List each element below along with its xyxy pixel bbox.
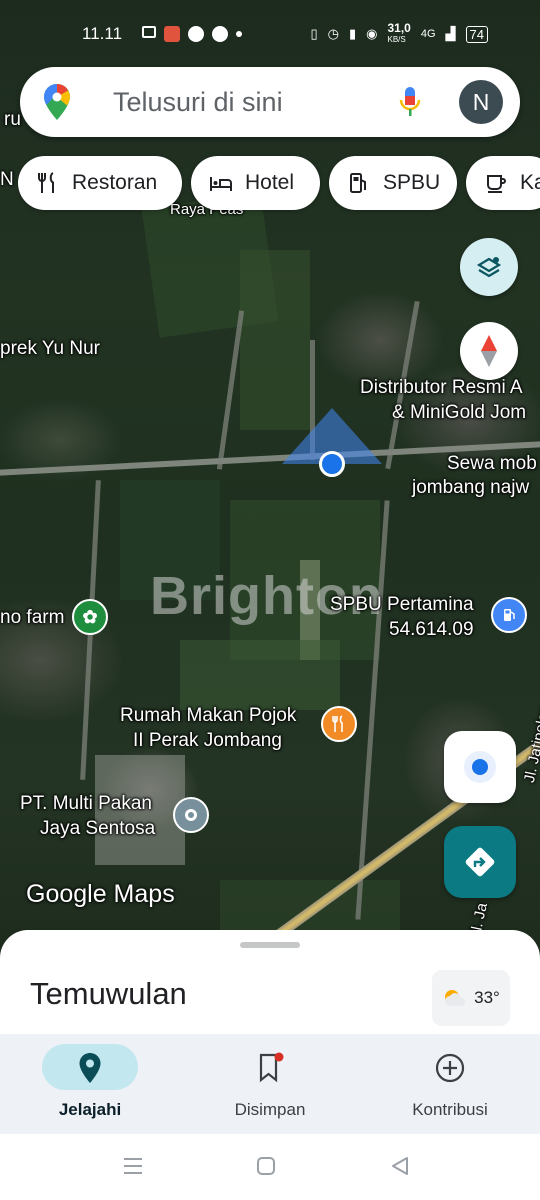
nav-label: Disimpan [234, 1100, 306, 1119]
app-notification-icon [164, 26, 180, 42]
place-label[interactable]: Distributor Resmi A [360, 376, 523, 400]
place-label[interactable]: no farm [0, 606, 64, 630]
gas-station-pin-icon[interactable] [491, 597, 527, 633]
status-time: 11.11 [82, 24, 123, 43]
chip-hotel[interactable]: Hotel [191, 156, 320, 210]
battery-indicator: 74 [465, 25, 488, 43]
gas-station-icon [350, 173, 366, 193]
search-bar[interactable]: Telusuri di sini N [20, 67, 520, 137]
place-label[interactable]: Rumah Makan Pojok [120, 704, 296, 728]
layers-icon [476, 257, 502, 278]
street-label: Jl. Jatipelem [520, 699, 540, 785]
status-right: ▯ ◷ ▮ ◉ 31,0 KB/S 4G ▟ 74 [310, 21, 488, 45]
bottom-sheet[interactable]: Temuwulan 33° [0, 930, 540, 1040]
partly-cloudy-icon [445, 990, 466, 1006]
microphone-icon[interactable] [398, 85, 422, 119]
field-patch [240, 250, 310, 430]
back-icon[interactable] [390, 1156, 410, 1176]
layers-button[interactable] [460, 238, 518, 296]
status-bar: 11.11 ▯ ◷ ▮ ◉ 31,0 KB/S 4G ▟ 74 [0, 18, 540, 50]
google-maps-pin-icon [44, 84, 70, 120]
place-label[interactable]: Sewa mob [447, 452, 537, 476]
my-location-button[interactable] [444, 731, 516, 803]
directions-button[interactable] [444, 826, 516, 898]
restaurant-pin-icon[interactable] [321, 706, 357, 742]
sheet-drag-handle[interactable] [240, 942, 300, 948]
recent-apps-icon[interactable] [122, 1156, 144, 1176]
map-label[interactable]: ru [4, 108, 21, 132]
system-navigation-bar [0, 1134, 540, 1200]
chip-label: Hotel [245, 171, 295, 194]
my-location-icon [464, 751, 496, 783]
nav-explore[interactable]: Jelajahi [0, 1034, 180, 1134]
signal-icon: ▟ [445, 26, 456, 41]
place-label[interactable]: II Perak Jombang [133, 729, 282, 753]
field-patch [180, 640, 340, 710]
place-label[interactable]: jombang najw [412, 476, 529, 500]
restaurant-icon [38, 172, 54, 193]
speed-unit: KB/S [387, 35, 406, 44]
chip-gas-station[interactable]: SPBU [329, 156, 457, 210]
park-pin-icon[interactable]: ✿ [72, 599, 108, 635]
temperature: 33° [474, 988, 500, 1007]
location-status-icon: ◉ [366, 26, 378, 41]
place-label[interactable]: SPBU Pertamina [330, 593, 474, 617]
place-label[interactable]: PT. Multi Pakan [20, 792, 152, 816]
search-input[interactable]: Telusuri di sini [113, 87, 283, 118]
hotel-icon [210, 177, 232, 191]
nfc-icon: ▯ [310, 26, 318, 41]
google-maps-logo: Google Maps [26, 880, 175, 908]
nav-label: Jelajahi [58, 1100, 122, 1119]
place-label[interactable]: 54.614.09 [389, 618, 474, 642]
facebook-icon [188, 26, 204, 42]
place-label[interactable]: prek Yu Nur [0, 337, 100, 361]
chip-label: SPBU [383, 171, 441, 194]
compass-button[interactable] [460, 322, 518, 380]
bookmark-icon [252, 1051, 288, 1085]
alarm-icon: ◷ [327, 26, 339, 41]
more-dot-icon [236, 31, 242, 37]
network-speed: 31,0 KB/S [387, 21, 411, 45]
explore-pin-icon [72, 1051, 108, 1085]
nav-label: Kontribusi [412, 1100, 488, 1119]
weather-chip[interactable]: 33° [432, 970, 510, 1026]
nav-contribute[interactable]: Kontribusi [360, 1034, 540, 1134]
facebook-icon [212, 26, 228, 42]
compass-icon [481, 335, 497, 367]
bottom-navigation: Jelajahi Disimpan Kontribusi [0, 1034, 540, 1134]
nav-saved[interactable]: Disimpan [180, 1034, 360, 1134]
chip-label: Ka [520, 171, 540, 194]
chip-restaurant[interactable]: Restoran [18, 156, 182, 210]
place-label[interactable]: Jaya Sentosa [40, 817, 155, 841]
chip-coffee[interactable]: Ka [466, 156, 540, 210]
directions-icon [465, 847, 495, 877]
add-circle-icon [432, 1051, 468, 1085]
coffee-icon [487, 175, 506, 193]
chip-label: Restoran [72, 171, 158, 194]
current-location-dot[interactable] [319, 451, 345, 477]
network-type: 4G [420, 28, 436, 40]
avatar[interactable]: N [459, 80, 503, 124]
map-label[interactable]: N [0, 168, 14, 192]
place-label[interactable]: & MiniGold Jom [392, 401, 526, 425]
home-icon[interactable] [256, 1156, 276, 1176]
notification-icons [142, 26, 242, 42]
vibrate-icon: ▮ [348, 26, 357, 41]
location-title: Temuwulan [30, 976, 187, 1011]
place-pin-icon[interactable] [173, 797, 209, 833]
notification-icon [142, 26, 156, 38]
speed-value: 31,0 [387, 21, 411, 35]
